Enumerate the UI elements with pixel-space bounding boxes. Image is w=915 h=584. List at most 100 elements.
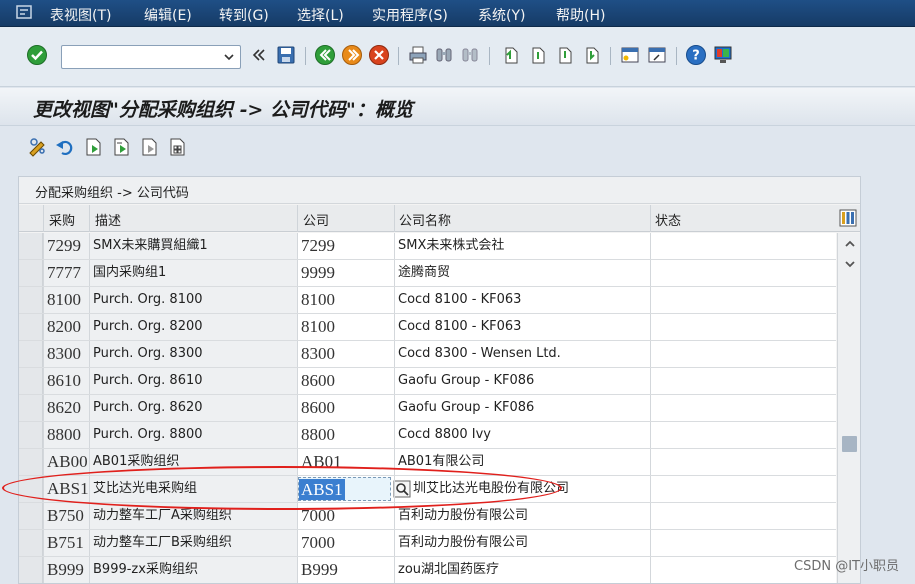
find-button[interactable]: [433, 44, 455, 66]
header-status[interactable]: 状态: [655, 210, 681, 229]
cell-company[interactable]: 8100: [297, 314, 394, 340]
cell-company[interactable]: 7000: [297, 503, 394, 529]
header-company[interactable]: 公司: [303, 210, 329, 229]
cell-status: [650, 368, 836, 394]
search-help-icon[interactable]: [393, 480, 411, 498]
shortcut-button[interactable]: [646, 44, 668, 66]
table-row[interactable]: B750 动力整车工厂A采购组织 7000 百利动力股份有限公司: [19, 503, 836, 530]
cell-company[interactable]: B999: [297, 557, 394, 583]
header-company-name[interactable]: 公司名称: [399, 210, 451, 229]
enter-button[interactable]: [26, 44, 48, 66]
new-session-button[interactable]: [619, 44, 641, 66]
row-selector[interactable]: [19, 341, 43, 367]
column-separator: [43, 557, 44, 583]
cell-purch-org: 8300: [43, 341, 89, 367]
menu-table-view[interactable]: 表视图(T): [50, 5, 111, 25]
delete-icon[interactable]: [139, 136, 161, 158]
menu-goto[interactable]: 转到(G): [219, 5, 269, 25]
table-row[interactable]: 8610 Purch. Org. 8610 8600 Gaofu Group - KF…: [19, 368, 836, 395]
row-selector[interactable]: [19, 557, 43, 583]
chevron-up-icon[interactable]: [844, 239, 856, 249]
cell-company-name: Cocd 8100 - KF063: [398, 319, 522, 334]
menu-help[interactable]: 帮助(H): [556, 5, 605, 25]
layout-button[interactable]: [712, 44, 734, 66]
table-row[interactable]: 7777 国内采购组1 9999 途腾商贸: [19, 260, 836, 287]
exit-icon: [342, 45, 362, 65]
header-description[interactable]: 描述: [95, 210, 121, 229]
selected-text[interactable]: ABS1: [299, 479, 345, 500]
print-button[interactable]: [407, 44, 429, 66]
chevron-down-icon[interactable]: [222, 50, 236, 64]
table-row[interactable]: 8620 Purch. Org. 8620 8600 Gaofu Group - KF…: [19, 395, 836, 422]
cell-company[interactable]: 9999: [297, 260, 394, 286]
undo-icon[interactable]: [54, 136, 76, 158]
vertical-scrollbar[interactable]: [837, 233, 860, 583]
scrollbar-thumb[interactable]: [842, 436, 857, 452]
column-separator: [394, 503, 395, 529]
cell-company[interactable]: 7000: [297, 530, 394, 556]
row-selector[interactable]: [19, 503, 43, 529]
cell-company-name: Cocd 8800 Ivy: [398, 427, 491, 442]
command-field[interactable]: [61, 45, 241, 69]
row-selector[interactable]: [19, 449, 43, 475]
company-input-active[interactable]: ABS1: [298, 477, 391, 501]
select-all-icon[interactable]: [167, 136, 189, 158]
copy-as-icon[interactable]: [111, 136, 133, 158]
table-row[interactable]: B751 动力整车工厂B采购组织 7000 百利动力股份有限公司: [19, 530, 836, 557]
row-selector[interactable]: [19, 233, 43, 259]
column-separator: [650, 341, 651, 367]
last-page-button[interactable]: [580, 44, 602, 66]
cell-purch-org: B999: [43, 557, 89, 583]
find-next-button[interactable]: [459, 44, 481, 66]
cell-company[interactable]: 8800: [297, 422, 394, 448]
system-menu-icon[interactable]: [16, 5, 32, 19]
menu-selection[interactable]: 选择(L): [297, 5, 344, 25]
table-row[interactable]: 8200 Purch. Org. 8200 8100 Cocd 8100 - KF06…: [19, 314, 836, 341]
table-row[interactable]: 8300 Purch. Org. 8300 8300 Cocd 8300 - Wens…: [19, 341, 836, 368]
row-selector[interactable]: [19, 476, 43, 502]
row-selector[interactable]: [19, 260, 43, 286]
table-row[interactable]: AB00 AB01采购组织 AB01 AB01有限公司: [19, 449, 836, 476]
toolbar-separator: [610, 47, 611, 65]
column-separator: [43, 287, 44, 313]
cancel-button[interactable]: [368, 44, 390, 66]
shortcut-icon: [648, 47, 666, 63]
row-selector[interactable]: [19, 530, 43, 556]
cell-company[interactable]: 8300: [297, 341, 394, 367]
help-button[interactable]: ?: [685, 44, 707, 66]
table-row[interactable]: 8100 Purch. Org. 8100 8100 Cocd 8100 - KF06…: [19, 287, 836, 314]
column-separator: [650, 287, 651, 313]
header-purch-org[interactable]: 采购: [49, 210, 75, 229]
cell-company[interactable]: 8600: [297, 368, 394, 394]
next-page-button[interactable]: [553, 44, 575, 66]
back-button[interactable]: [314, 44, 336, 66]
menu-system[interactable]: 系统(Y): [478, 5, 525, 25]
menu-utilities[interactable]: 实用程序(S): [372, 5, 448, 25]
column-separator: [297, 287, 298, 313]
table-row[interactable]: 8800 Purch. Org. 8800 8800 Cocd 8800 Ivy: [19, 422, 836, 449]
table-row[interactable]: 7299 SMX未来購買組織1 7299 SMX未来株式会社: [19, 233, 836, 260]
collapse-command-button[interactable]: [248, 44, 270, 66]
row-selector[interactable]: [19, 422, 43, 448]
new-entries-icon[interactable]: [83, 136, 105, 158]
column-separator: [43, 260, 44, 286]
row-selector[interactable]: [19, 314, 43, 340]
exit-button[interactable]: [341, 44, 363, 66]
column-settings-icon[interactable]: [839, 209, 857, 227]
table-row[interactable]: ABS1 艾比达光电采购组 ABS1 圳艾比达光电股份有限公司: [19, 476, 836, 503]
first-page-button[interactable]: [499, 44, 521, 66]
chevron-down-icon[interactable]: [844, 259, 856, 269]
cell-company[interactable]: 7299: [297, 233, 394, 259]
cell-company[interactable]: 8100: [297, 287, 394, 313]
previous-page-button[interactable]: [526, 44, 548, 66]
row-selector[interactable]: [19, 287, 43, 313]
cell-company[interactable]: AB01: [297, 449, 394, 475]
row-selector[interactable]: [19, 395, 43, 421]
table-row[interactable]: B999 B999-zx采购组织 B999 zou湖北国药医疗: [19, 557, 836, 583]
row-selector[interactable]: [19, 368, 43, 394]
save-button[interactable]: [275, 44, 297, 66]
menu-edit[interactable]: 编辑(E): [144, 5, 192, 25]
cell-company[interactable]: 8600: [297, 395, 394, 421]
display-change-icon[interactable]: [27, 136, 49, 158]
command-input[interactable]: [62, 46, 212, 68]
